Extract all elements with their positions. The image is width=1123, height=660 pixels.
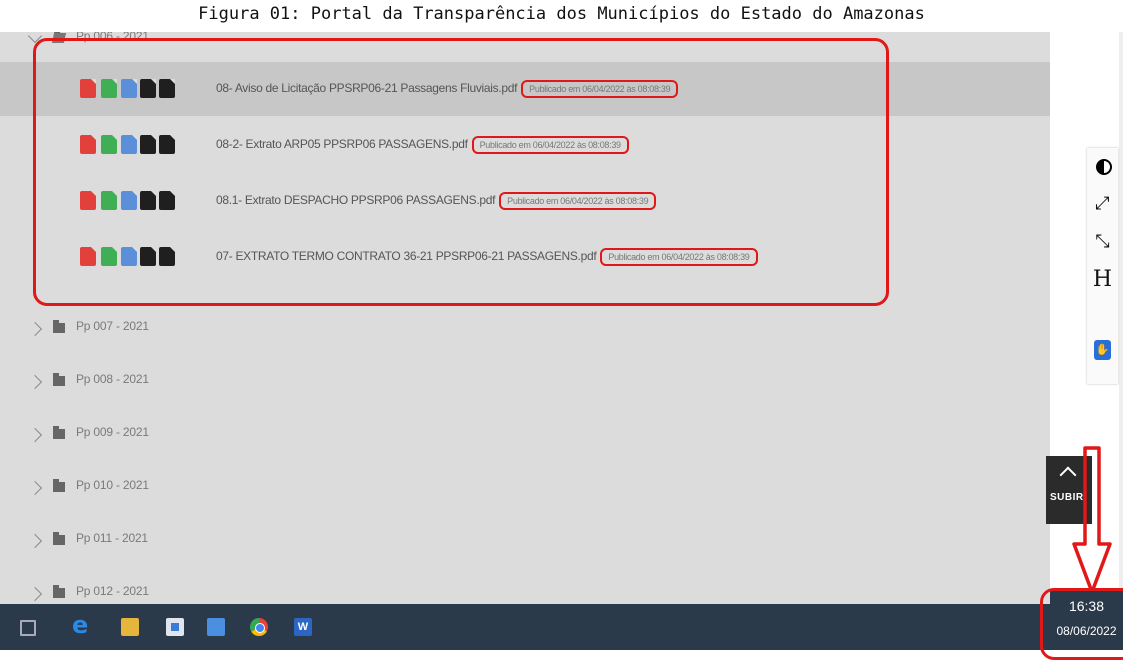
word-icon[interactable]: W <box>294 618 312 636</box>
chevron-right-icon[interactable] <box>27 374 43 390</box>
windows-start-icon[interactable] <box>20 620 36 636</box>
doc-icon[interactable] <box>121 135 137 154</box>
folder-row[interactable]: Pp 009 - 2021 <box>0 420 1050 460</box>
edge-icon[interactable]: e <box>72 612 90 638</box>
published-date: Publicado em 06/04/2022 às 08:08:39 <box>521 80 679 98</box>
chevron-right-icon[interactable] <box>27 427 43 443</box>
xml-icon[interactable] <box>140 135 156 154</box>
chevron-right-icon[interactable] <box>27 480 43 496</box>
chrome-icon[interactable] <box>250 618 268 636</box>
vlibras-icon: ✋ <box>1094 340 1111 360</box>
folder-open-icon <box>51 33 67 43</box>
folder-icon <box>53 320 65 333</box>
scrollbar[interactable] <box>1119 32 1123 604</box>
taskbar: e W <box>0 604 1050 650</box>
txt-icon[interactable] <box>159 247 175 266</box>
file-row[interactable]: 08-2- Extrato ARP05 PPSRP06 PASSAGENS.pd… <box>0 118 1050 172</box>
heading-button[interactable]: H <box>1087 262 1118 298</box>
xls-icon[interactable] <box>101 79 117 98</box>
folder-label[interactable]: Pp 012 - 2021 <box>76 584 149 598</box>
folder-row[interactable]: Pp 007 - 2021 <box>0 314 1050 354</box>
xls-icon[interactable] <box>101 135 117 154</box>
xml-icon[interactable] <box>140 79 156 98</box>
file-row[interactable]: 08- Aviso de Licitação PPSRP06-21 Passag… <box>0 62 1050 116</box>
store-icon[interactable] <box>166 618 184 636</box>
chevron-right-icon[interactable] <box>27 321 43 337</box>
published-date: Publicado em 06/04/2022 às 08:08:39 <box>471 136 629 154</box>
file-name-wrap: 08.1- Extrato DESPACHO PPSRP06 PASSAGENS… <box>216 192 657 210</box>
file-link[interactable]: 08- Aviso de Licitação PPSRP06-21 Passag… <box>216 81 517 95</box>
xls-icon[interactable] <box>101 247 117 266</box>
folder-label[interactable]: Pp 011 - 2021 <box>76 531 148 545</box>
folder-label[interactable]: Pp 007 - 2021 <box>76 319 149 333</box>
doc-icon[interactable] <box>121 79 137 98</box>
clock-time: 16:38 <box>1068 598 1105 614</box>
folder-icon <box>53 479 65 492</box>
file-link[interactable]: 07- EXTRATO TERMO CONTRATO 36-21 PPSRP06… <box>216 249 597 263</box>
xml-icon[interactable] <box>140 247 156 266</box>
published-date: Publicado em 06/04/2022 às 08:08:39 <box>600 248 758 266</box>
chevron-down-icon[interactable] <box>27 32 43 44</box>
chevron-up-icon <box>1059 466 1077 484</box>
folder-row[interactable]: Pp 011 - 2021 <box>0 526 1050 566</box>
chevron-right-icon[interactable] <box>27 586 43 602</box>
mail-icon[interactable] <box>207 618 225 636</box>
folder-icon <box>53 585 65 598</box>
file-name-wrap: 07- EXTRATO TERMO CONTRATO 36-21 PPSRP06… <box>216 248 758 266</box>
folder-label[interactable]: Pp 010 - 2021 <box>76 478 149 492</box>
file-name-wrap: 08- Aviso de Licitação PPSRP06-21 Passag… <box>216 80 679 98</box>
folder-label[interactable]: Pp 006 - 2021 <box>76 32 149 43</box>
folder-row-open[interactable]: Pp 006 - 2021 <box>0 32 1050 64</box>
doc-icon[interactable] <box>121 191 137 210</box>
file-explorer-icon[interactable] <box>121 618 139 636</box>
doc-icon[interactable] <box>121 247 137 266</box>
file-link[interactable]: 08.1- Extrato DESPACHO PPSRP06 PASSAGENS… <box>216 193 495 207</box>
shrink-icon[interactable]: ⤡ <box>1087 224 1118 260</box>
folder-icon <box>53 532 65 545</box>
scroll-top-label: SUBIR <box>1050 492 1084 503</box>
txt-icon[interactable] <box>159 79 175 98</box>
published-date: Publicado em 06/04/2022 às 08:08:39 <box>499 192 657 210</box>
pdf-icon[interactable] <box>80 247 96 266</box>
folder-row[interactable]: Pp 008 - 2021 <box>0 367 1050 407</box>
folder-label[interactable]: Pp 009 - 2021 <box>76 425 149 439</box>
pdf-icon[interactable] <box>80 79 96 98</box>
txt-icon[interactable] <box>159 135 175 154</box>
folder-icon <box>53 426 65 439</box>
document-tree: Pp 006 - 2021 08- Aviso de Licitação PPS… <box>0 32 1050 604</box>
contrast-button[interactable] <box>1087 148 1118 184</box>
folder-row[interactable]: Pp 012 - 2021 <box>0 579 1050 604</box>
chevron-right-icon[interactable] <box>27 533 43 549</box>
file-name-wrap: 08-2- Extrato ARP05 PPSRP06 PASSAGENS.pd… <box>216 136 629 154</box>
file-row[interactable]: 08.1- Extrato DESPACHO PPSRP06 PASSAGENS… <box>0 174 1050 228</box>
pdf-icon[interactable] <box>80 135 96 154</box>
folder-label[interactable]: Pp 008 - 2021 <box>76 372 149 386</box>
xml-icon[interactable] <box>140 191 156 210</box>
file-row[interactable]: 07- EXTRATO TERMO CONTRATO 36-21 PPSRP06… <box>0 230 1050 284</box>
accessibility-toolbar: ⤢ ⤡ H ✋ <box>1087 148 1118 384</box>
figure-caption: Figura 01: Portal da Transparência dos M… <box>198 4 925 24</box>
folder-icon <box>53 373 65 386</box>
expand-icon[interactable]: ⤢ <box>1087 186 1118 222</box>
folder-row[interactable]: Pp 010 - 2021 <box>0 473 1050 513</box>
xls-icon[interactable] <box>101 191 117 210</box>
vlibras-button[interactable]: ✋ <box>1087 336 1118 364</box>
contrast-icon <box>1096 159 1112 175</box>
pdf-icon[interactable] <box>80 191 96 210</box>
taskbar-clock[interactable]: 16:38 08/06/2022 <box>1050 590 1123 650</box>
txt-icon[interactable] <box>159 191 175 210</box>
file-link[interactable]: 08-2- Extrato ARP05 PPSRP06 PASSAGENS.pd… <box>216 137 468 151</box>
scroll-top-button[interactable]: SUBIR <box>1046 456 1092 524</box>
clock-date: 08/06/2022 <box>1056 624 1117 638</box>
